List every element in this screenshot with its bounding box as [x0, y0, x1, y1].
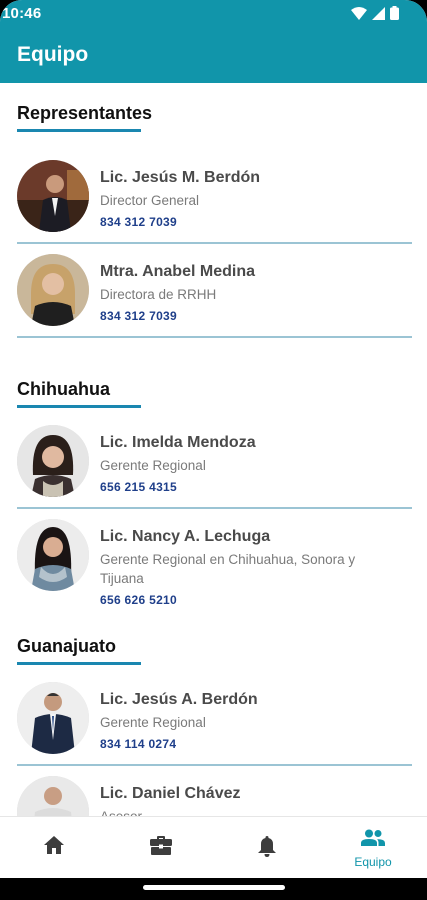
system-gesture-bar	[0, 878, 427, 900]
nav-item-notifications[interactable]	[217, 817, 317, 879]
avatar	[17, 682, 89, 754]
person-name: Lic. Imelda Mendoza	[100, 434, 256, 451]
person-name: Lic. Daniel Chávez	[100, 785, 241, 802]
section-title-guanajuato: Guanajuato	[17, 636, 117, 656]
avatar	[17, 519, 89, 591]
person-name: Lic. Nancy A. Lechuga	[100, 528, 271, 545]
person-name: Lic. Jesús M. Berdón	[100, 169, 261, 186]
person-role: Directora de RRHH	[100, 287, 217, 302]
nav-item-home[interactable]	[4, 817, 104, 879]
avatar	[17, 776, 89, 816]
wifi-icon	[351, 6, 367, 20]
person-role: Asesor	[100, 807, 400, 816]
nav-item-equipo[interactable]: Equipo	[323, 817, 423, 879]
app-bar: 10:46 Equipo	[0, 0, 427, 83]
person-role: Gerente Regional	[100, 715, 206, 730]
status-time: 10:46	[2, 5, 42, 22]
person-phone[interactable]: 834 312 7039	[100, 309, 177, 323]
signal-icon	[372, 6, 385, 20]
section-underline	[17, 129, 141, 132]
app-screen: 10:46 Equipo Representantes Lic. Jesús M…	[0, 0, 427, 900]
section-title-representantes: Representantes	[17, 103, 153, 123]
avatar	[17, 160, 89, 232]
team-list[interactable]: Representantes Lic. Jesús M. Berdón Dire…	[0, 83, 427, 816]
person-role: Gerente Regional en Chihuahua, Sonora y …	[100, 552, 356, 586]
avatar	[17, 254, 89, 326]
page-title: Equipo	[17, 43, 89, 66]
nav-label-equipo: Equipo	[354, 855, 392, 869]
person-name: Mtra. Anabel Medina	[100, 263, 255, 280]
section-title-chihuahua: Chihuahua	[17, 379, 110, 399]
person-phone[interactable]: 834 312 7039	[100, 215, 177, 229]
person-role: Director General	[100, 193, 200, 208]
section-underline	[17, 405, 141, 408]
person-name: Lic. Jesús A. Berdón	[100, 691, 258, 708]
person-phone[interactable]: 656 215 4315	[100, 480, 177, 494]
divider	[17, 242, 412, 244]
person-phone[interactable]: 834 114 0274	[100, 737, 176, 751]
avatar	[17, 425, 89, 497]
person-phone[interactable]: 656 626 5210	[100, 593, 177, 607]
status-icons	[351, 6, 399, 20]
battery-icon	[390, 6, 399, 20]
section-underline	[17, 662, 141, 665]
divider	[17, 336, 412, 338]
divider	[17, 764, 412, 766]
nav-item-jobs[interactable]	[111, 817, 211, 879]
person-role: Gerente Regional	[100, 458, 206, 473]
home-gesture-handle[interactable]	[142, 885, 285, 890]
bottom-navigation: Equipo	[0, 816, 427, 878]
divider	[17, 507, 412, 509]
